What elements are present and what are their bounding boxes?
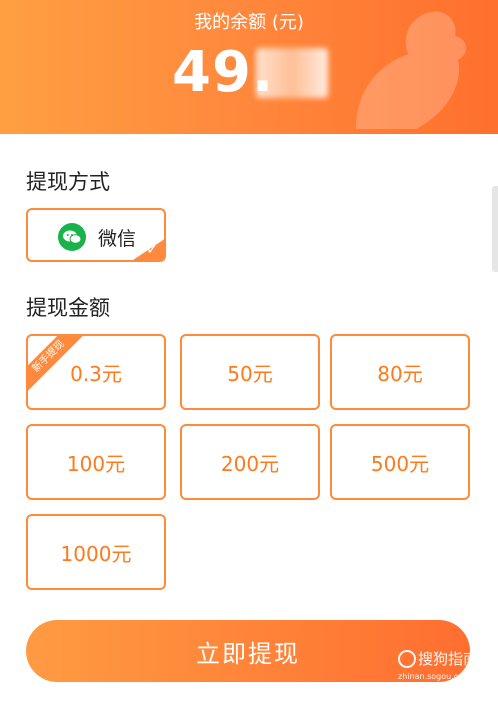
amount-label: 500元	[370, 451, 430, 476]
wechat-icon	[58, 223, 86, 251]
blurred-balance-digits	[256, 48, 328, 98]
watermark-url: zhinan.sogou.com	[398, 672, 471, 681]
amount-option-80[interactable]: 80元	[330, 334, 470, 410]
amount-option-500[interactable]: 500元	[330, 424, 470, 500]
balance-header: 我的余额 (元) 49.	[0, 0, 498, 134]
amount-label: 50元	[227, 361, 273, 386]
amount-label: 100元	[66, 451, 126, 476]
amount-option-0-3[interactable]: 新手提现 0.3元	[26, 334, 166, 410]
watermark: 搜狗指南 zhinan.sogou.com	[398, 648, 498, 688]
amount-option-50[interactable]: 50元	[180, 334, 320, 410]
scroll-handle[interactable]	[492, 186, 498, 272]
amount-option-200[interactable]: 200元	[180, 424, 320, 500]
withdraw-amount-title: 提现金额	[26, 296, 110, 320]
sogou-logo-icon	[398, 650, 416, 668]
amount-label: 0.3元	[70, 361, 122, 386]
wechat-method-option[interactable]: 微信 ✓	[26, 208, 166, 262]
amount-label: 1000元	[60, 541, 132, 566]
amount-label: 80元	[377, 361, 423, 386]
amount-option-1000[interactable]: 1000元	[26, 514, 166, 590]
balance-label: 我的余额 (元)	[194, 12, 304, 33]
withdraw-method-title: 提现方式	[26, 170, 110, 194]
amount-label: 200元	[220, 451, 280, 476]
check-icon: ✓	[146, 242, 158, 258]
watermark-text: 搜狗指南	[418, 650, 479, 668]
amount-option-100[interactable]: 100元	[26, 424, 166, 500]
